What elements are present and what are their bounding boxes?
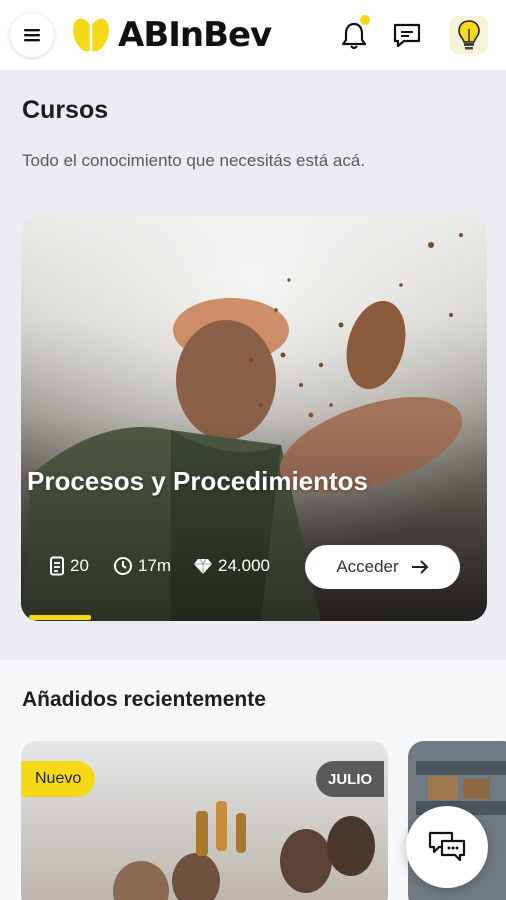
- menu-icon: [24, 29, 40, 42]
- messages-button[interactable]: [389, 17, 425, 53]
- course-title: Procesos y Procedimientos: [27, 466, 369, 496]
- month-badge: JULIO: [316, 761, 385, 797]
- lessons-count: 20: [49, 556, 89, 576]
- brand-name: ABInBev: [118, 15, 272, 55]
- clock-icon: [114, 557, 132, 575]
- page-title: Cursos: [22, 96, 109, 124]
- notification-dot: [360, 15, 370, 25]
- access-button[interactable]: Acceder: [305, 545, 460, 589]
- diamond-icon: [194, 558, 212, 574]
- menu-button[interactable]: [10, 13, 54, 57]
- access-button-label: Acceder: [336, 557, 399, 576]
- message-icon: [393, 23, 421, 48]
- duration: 17m: [113, 556, 171, 576]
- arrow-right-icon: [411, 560, 429, 574]
- document-icon: [50, 556, 64, 576]
- points: 24.000: [193, 556, 270, 576]
- top-bar: ABInBev: [0, 0, 506, 70]
- chat-button[interactable]: [406, 806, 488, 888]
- chat-icon: [428, 831, 466, 862]
- lightbulb-icon: [450, 16, 488, 54]
- duration-value: 17m: [138, 556, 172, 575]
- new-badge: Nuevo: [21, 761, 96, 797]
- lessons-value: 20: [70, 556, 89, 575]
- notifications-button[interactable]: [336, 15, 372, 53]
- course-progress-bar: [29, 615, 91, 620]
- ideas-button[interactable]: [449, 15, 489, 55]
- logo-mark-icon: [73, 18, 109, 52]
- page-subtitle: Todo el conocimiento que necesitás está …: [22, 151, 366, 170]
- points-value: 24.000: [218, 556, 270, 575]
- brand-logo: ABInBev: [70, 14, 272, 56]
- recent-title: Añadidos recientemente: [22, 688, 266, 711]
